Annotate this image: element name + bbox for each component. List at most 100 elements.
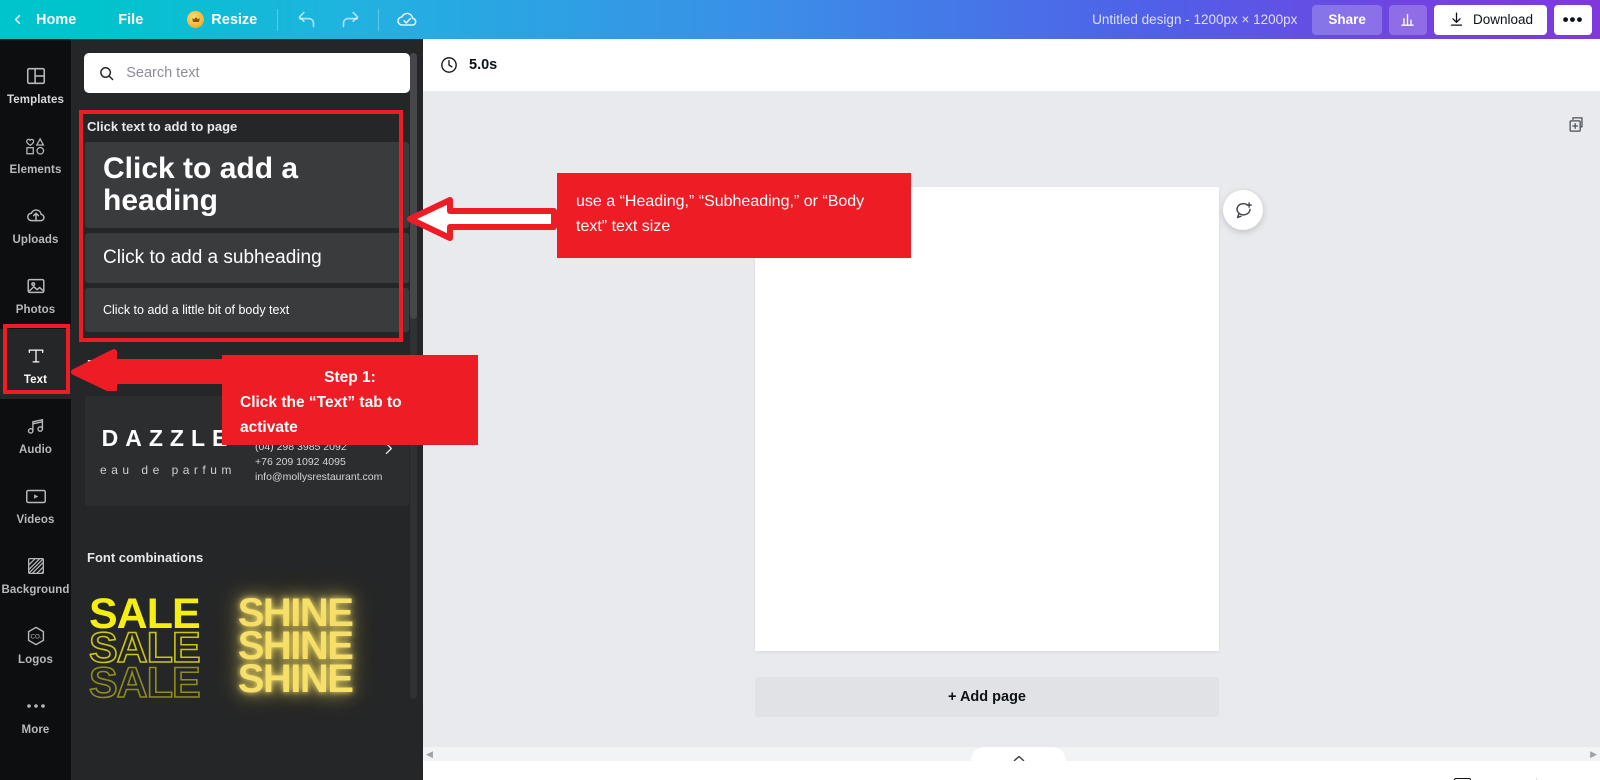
elements-icon — [24, 133, 48, 159]
talk-to-us-line-3: info@mollysrestaurant.com — [255, 470, 382, 485]
sale-combo-card[interactable]: SALE SALE SALE — [89, 597, 200, 700]
share-button[interactable]: Share — [1312, 5, 1382, 35]
sidebar-item-label: Uploads — [12, 234, 58, 246]
ellipsis-icon — [25, 693, 47, 719]
cloud-saved-icon — [395, 8, 419, 32]
back-button[interactable] — [0, 0, 34, 39]
font-combinations-row: SALE SALE SALE SHINE SHINE SHINE — [71, 597, 423, 700]
sidebar-item-label: Videos — [16, 514, 54, 526]
dazzle-brand-subtitle: eau de parfum — [85, 463, 251, 477]
redo-icon — [340, 9, 361, 30]
page-tools — [1169, 115, 1600, 139]
download-label: Download — [1473, 12, 1533, 27]
shine-combo-card[interactable]: SHINE SHINE SHINE — [238, 597, 353, 700]
sidebar-item-label: More — [22, 724, 50, 736]
stats-button[interactable] — [1389, 5, 1427, 35]
scroll-left-arrow[interactable]: ◀ — [426, 749, 433, 760]
document-title[interactable]: Untitled design - 1200px × 1200px — [1092, 12, 1297, 27]
top-toolbar-right: Untitled design - 1200px × 1200px Share … — [1092, 0, 1600, 39]
status-bar: Notes 40% 1 — [423, 761, 1600, 780]
background-hatch-icon — [25, 553, 47, 579]
add-body-text-label: Click to add a little bit of body text — [103, 303, 289, 317]
annotation-callout-text-size: use a “Heading,” “Subheading,” or “Body … — [557, 173, 911, 258]
sidebar-item-text[interactable]: Text — [0, 329, 71, 399]
sidebar-item-elements[interactable]: Elements — [0, 119, 71, 189]
talk-to-us-line-2: +76 209 1092 4095 — [255, 455, 382, 470]
add-heading-label: Click to add a heading — [103, 153, 391, 217]
add-comment-button[interactable] — [1223, 190, 1263, 230]
resize-menu[interactable]: Resize — [173, 0, 271, 39]
sidebar-item-videos[interactable]: Videos — [0, 469, 71, 539]
sidebar-item-label: Text — [24, 374, 47, 386]
annotation-callout-1-text: use a “Heading,” “Subheading,” or “Body … — [576, 193, 864, 235]
sidebar-item-label: Background — [1, 584, 69, 596]
svg-text:CO.: CO. — [30, 633, 41, 640]
more-options-button[interactable]: ••• — [1554, 5, 1592, 35]
sidebar-item-uploads[interactable]: Uploads — [0, 189, 71, 259]
sidebar-item-photos[interactable]: Photos — [0, 259, 71, 329]
sidebar-item-more[interactable]: More — [0, 679, 71, 749]
sidebar-item-label: Photos — [16, 304, 56, 316]
scrollbar-thumb[interactable] — [410, 53, 417, 319]
sidebar-item-templates[interactable]: Templates — [0, 49, 71, 119]
add-subheading-option[interactable]: Click to add a subheading — [85, 233, 409, 283]
add-heading-option[interactable]: Click to add a heading — [85, 142, 409, 228]
bar-chart-icon — [1399, 11, 1416, 28]
sidebar-item-background[interactable]: Background — [0, 539, 71, 609]
download-arrow-icon — [1448, 11, 1465, 28]
section-title-font-combinations: Font combinations — [71, 550, 423, 565]
sidebar-item-label: Logos — [18, 654, 53, 666]
canvas-toolbar: 5.0s — [423, 39, 1600, 92]
sidebar-item-logos[interactable]: CO. Logos — [0, 609, 71, 679]
annotation-callout-step-1: Step 1: Click the “Text” tab to activate — [222, 355, 478, 445]
editor-area: 5.0s + Add page ◀ ▶ — [423, 39, 1600, 780]
add-page-button[interactable]: + Add page — [755, 677, 1219, 717]
cloud-saved-button[interactable] — [385, 0, 429, 39]
search-input[interactable] — [126, 65, 396, 81]
shine-line-3: SHINE — [238, 663, 353, 696]
duplicate-page-icon[interactable] — [1567, 115, 1586, 139]
toolbar-divider-1 — [277, 9, 278, 31]
crown-icon — [187, 11, 204, 28]
undo-button[interactable] — [284, 0, 328, 39]
audio-note-icon — [25, 413, 47, 439]
left-rail: Templates Elements Uploads Photos Text — [0, 39, 71, 780]
share-label: Share — [1328, 12, 1366, 27]
clock-icon — [439, 55, 459, 75]
add-page-label: + Add page — [948, 689, 1026, 705]
sidebar-item-audio[interactable]: Audio — [0, 399, 71, 469]
sale-line-3: SALE — [89, 666, 200, 700]
home-menu[interactable]: Home — [34, 0, 104, 39]
search-wrapper — [71, 39, 423, 93]
undo-icon — [296, 9, 317, 30]
download-button[interactable]: Download — [1434, 5, 1547, 35]
page-duration-button[interactable]: 5.0s — [439, 55, 497, 75]
scroll-right-arrow[interactable]: ▶ — [1590, 749, 1597, 760]
chevron-left-icon — [10, 12, 25, 27]
add-subheading-label: Click to add a subheading — [103, 247, 322, 269]
annotation-callout-2-body: Click the “Text” tab to activate — [240, 391, 460, 441]
sidebar-item-label: Audio — [19, 444, 52, 456]
search-box[interactable] — [84, 53, 410, 93]
section-title-click-text: Click text to add to page — [71, 105, 423, 142]
top-toolbar: Home File Resize Untitled design - 1200p… — [0, 0, 1600, 39]
search-icon — [98, 64, 115, 83]
toolbar-divider-2 — [378, 9, 379, 31]
annotation-callout-2-title: Step 1: — [240, 366, 460, 391]
sidebar-item-label: Templates — [7, 94, 64, 106]
photo-icon — [25, 273, 47, 299]
add-body-text-option[interactable]: Click to add a little bit of body text — [85, 288, 409, 332]
upload-cloud-icon — [24, 203, 48, 229]
file-menu[interactable]: File — [104, 0, 173, 39]
resize-label: Resize — [211, 12, 257, 28]
sidebar-item-label: Elements — [10, 164, 62, 176]
text-t-icon — [26, 343, 46, 369]
redo-button[interactable] — [328, 0, 372, 39]
file-label: File — [118, 12, 143, 28]
page-duration-label: 5.0s — [469, 57, 497, 73]
logo-hexagon-icon: CO. — [24, 623, 48, 649]
home-label: Home — [36, 12, 76, 28]
canva-editor-window: Home File Resize Untitled design - 1200p… — [0, 0, 1600, 780]
templates-icon — [25, 63, 47, 89]
add-comment-icon — [1233, 200, 1254, 221]
